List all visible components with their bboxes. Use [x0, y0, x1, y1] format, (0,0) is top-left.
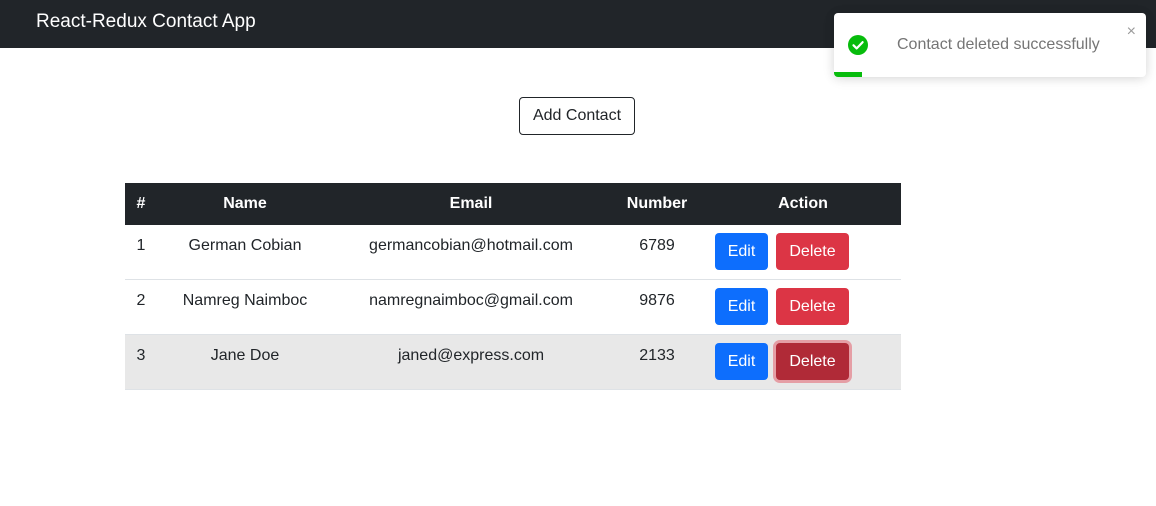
row-actions: Edit Delete	[705, 334, 901, 390]
edit-button[interactable]: Edit	[715, 288, 768, 325]
row-email: germancobian@hotmail.com	[333, 225, 609, 280]
row-number: 9876	[609, 279, 705, 335]
table-header: # Name Email Number Action	[125, 183, 901, 225]
table-row: 2 Namreg Naimboc namregnaimboc@gmail.com…	[125, 279, 901, 335]
row-id: 2	[125, 279, 157, 335]
check-circle-icon	[848, 35, 868, 55]
add-contact-button[interactable]: Add Contact	[519, 97, 635, 135]
row-number: 2133	[609, 334, 705, 390]
row-email: namregnaimboc@gmail.com	[333, 279, 609, 335]
row-name: Jane Doe	[157, 334, 333, 390]
row-number: 6789	[609, 225, 705, 280]
edit-button[interactable]: Edit	[715, 343, 768, 380]
edit-button[interactable]: Edit	[715, 233, 768, 270]
close-icon[interactable]: ×	[1127, 24, 1136, 40]
toast-progress-bar	[834, 72, 863, 77]
row-id: 3	[125, 334, 157, 390]
table-row: 1 German Cobian germancobian@hotmail.com…	[125, 225, 901, 280]
row-id: 1	[125, 225, 157, 280]
row-actions: Edit Delete	[705, 279, 901, 335]
contacts-table: # Name Email Number Action 1 German Cobi…	[125, 183, 901, 390]
row-name: German Cobian	[157, 225, 333, 280]
delete-button[interactable]: Delete	[776, 233, 849, 270]
toast-notification[interactable]: Contact deleted successfully ×	[834, 13, 1146, 77]
app-title[interactable]: React-Redux Contact App	[36, 10, 256, 34]
delete-button[interactable]: Delete	[776, 343, 849, 380]
toast-message: Contact deleted successfully	[897, 36, 1100, 53]
header-action: Action	[778, 195, 828, 212]
header-email: Email	[449, 195, 493, 212]
row-name: Namreg Naimboc	[157, 279, 333, 335]
row-email: janed@express.com	[333, 334, 609, 390]
delete-button[interactable]: Delete	[776, 288, 849, 325]
header-number: Number	[626, 195, 688, 212]
row-actions: Edit Delete	[705, 225, 901, 280]
header-name: Name	[223, 195, 267, 212]
table-row: 3 Jane Doe janed@express.com 2133 Edit D…	[125, 334, 901, 390]
header-number-sign: #	[136, 195, 146, 212]
